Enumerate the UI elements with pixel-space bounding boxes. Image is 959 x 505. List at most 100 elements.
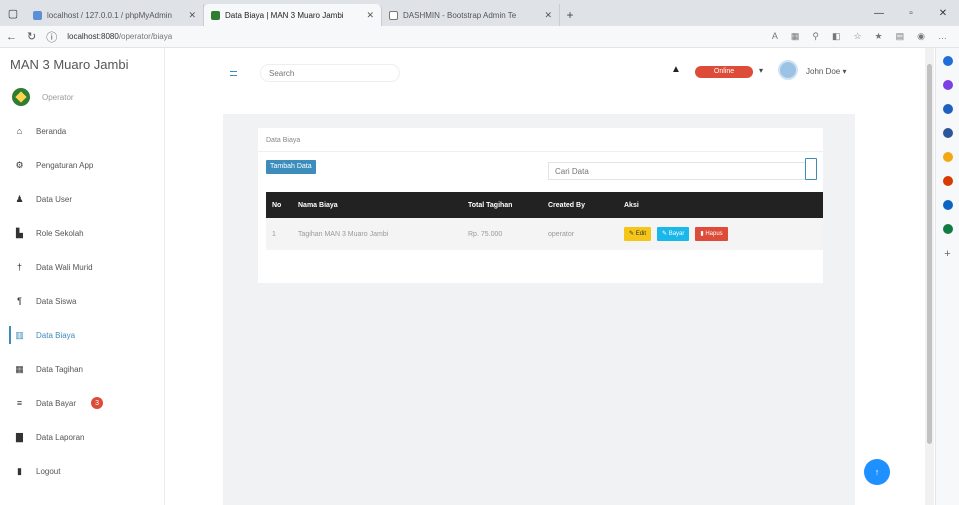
info-icon: ⓘ xyxy=(46,31,58,44)
content-panel: Data Biaya Tambah Data No Nama Biaya Tot… xyxy=(223,114,855,505)
sidebar-item-label: Data Biaya xyxy=(36,330,76,340)
card-title: Data Biaya xyxy=(258,128,823,152)
url-field[interactable]: localhost:8080/operator/biaya xyxy=(67,32,762,41)
table-header-row: No Nama Biaya Total Tagihan Created By A… xyxy=(266,192,823,218)
student-icon: ¶ xyxy=(17,296,22,306)
edge-sidebar: + xyxy=(935,48,959,505)
top-navbar: ▲ Online ▾ John Doe ▾ xyxy=(166,48,901,98)
phpmyadmin-favicon-icon xyxy=(33,10,42,20)
edit-button[interactable]: ✎ Edit xyxy=(624,227,652,241)
sidebar-item-pengaturan[interactable]: ⚙ Pengaturan App xyxy=(0,148,164,182)
doc-icon: ▇ xyxy=(16,431,23,442)
table-row: 1 Tagihan MAN 3 Muaro Jambi Rp. 75.000 o… xyxy=(266,218,823,250)
close-window-icon[interactable]: ✕ xyxy=(927,0,959,26)
sidebar-item-data-tagihan[interactable]: ▦ Data Tagihan xyxy=(0,352,164,386)
games-icon[interactable] xyxy=(942,152,953,162)
menu-toggle-icon[interactable] xyxy=(230,71,237,76)
copilot-icon[interactable] xyxy=(942,80,953,90)
shopping-icon[interactable] xyxy=(942,104,953,114)
col-nama-biaya: Nama Biaya xyxy=(292,192,462,218)
biaya-table: No Nama Biaya Total Tagihan Created By A… xyxy=(266,192,823,250)
sidebar-item-label: Role Sekolah xyxy=(36,228,84,238)
window-controls: — ▫ ✕ xyxy=(863,0,959,26)
minimize-icon[interactable]: — xyxy=(863,0,895,26)
app-available-icon[interactable]: ▦ xyxy=(791,31,800,42)
sidebar-item-data-bayar[interactable]: ≡ Data Bayar 3 xyxy=(0,386,164,420)
close-icon[interactable]: ✕ xyxy=(544,10,552,21)
back-icon[interactable]: ← xyxy=(6,31,17,43)
close-icon[interactable]: ✕ xyxy=(366,10,374,21)
avatar[interactable] xyxy=(778,60,798,80)
person-icon: † xyxy=(16,262,22,272)
split-screen-icon[interactable]: ◧ xyxy=(832,31,841,42)
sidebar-item-role-sekolah[interactable]: ▙ Role Sekolah xyxy=(0,216,164,250)
sidebar-item-data-biaya[interactable]: ▥ Data Biaya xyxy=(0,318,164,352)
browser-tab-bar: ▢ localhost / 127.0.0.1 / phpMyAdmin ✕ D… xyxy=(0,0,959,26)
user-name[interactable]: John Doe ▾ xyxy=(806,67,847,76)
add-data-button[interactable]: Tambah Data xyxy=(266,160,316,174)
col-no: No xyxy=(266,192,292,218)
gear-icon: ⚙ xyxy=(15,159,24,170)
status-pill[interactable]: Online xyxy=(695,66,753,78)
more-icon[interactable]: … xyxy=(938,31,947,42)
read-aloud-icon[interactable]: A xyxy=(772,31,778,42)
back-to-top-button[interactable]: ↑ xyxy=(864,459,890,485)
notification-badge: 3 xyxy=(91,397,104,409)
sidebar-item-data-laporan[interactable]: ▇ Data Laporan xyxy=(0,420,164,454)
col-created-by: Created By xyxy=(542,192,618,218)
sidebar-item-label: Data Tagihan xyxy=(36,364,83,374)
sidebar-item-data-user[interactable]: ♟ Data User xyxy=(0,182,164,216)
new-tab-button[interactable]: + xyxy=(560,4,580,26)
cell-no: 1 xyxy=(266,218,292,250)
col-aksi: Aksi xyxy=(618,192,823,218)
home-icon: ⌂ xyxy=(16,126,23,136)
bayar-label: Bayar xyxy=(668,231,685,237)
refresh-icon[interactable]: ↻ xyxy=(27,30,36,43)
zoom-icon[interactable]: ⚲ xyxy=(812,31,819,42)
drop-icon[interactable] xyxy=(942,224,953,234)
app-brand[interactable]: MAN 3 Muaro Jambi xyxy=(0,48,164,80)
close-icon[interactable]: ✕ xyxy=(188,10,196,21)
search-icon[interactable] xyxy=(942,56,953,66)
collections-icon[interactable]: ▤ xyxy=(896,31,905,42)
browser-tab-dashmin[interactable]: DASHMIN - Bootstrap Admin Te ✕ xyxy=(382,4,560,26)
sidebar-item-label: Logout xyxy=(36,466,61,476)
sidebar-item-label: Data Laporan xyxy=(36,432,85,442)
favorite-icon[interactable]: ☆ xyxy=(853,31,861,42)
data-card: Data Biaya Tambah Data No Nama Biaya Tot… xyxy=(258,128,823,283)
favorites-icon[interactable]: ★ xyxy=(875,31,883,42)
search-input-focus[interactable] xyxy=(805,158,817,180)
url-host: localhost:8080 xyxy=(67,32,119,41)
outlook-icon[interactable] xyxy=(942,200,953,210)
tools-icon[interactable] xyxy=(942,128,953,138)
office-icon[interactable] xyxy=(942,176,953,186)
sidebar-item-logout[interactable]: ▮ Logout xyxy=(0,454,164,488)
sidebar-item-wali-murid[interactable]: † Data Wali Murid xyxy=(0,250,164,284)
bell-icon[interactable]: ▲ xyxy=(671,64,681,75)
cell-total-tagihan: Rp. 75.000 xyxy=(462,218,542,250)
scrollbar-thumb[interactable] xyxy=(927,64,932,444)
search-input[interactable] xyxy=(260,64,400,82)
search-data-input[interactable] xyxy=(548,162,816,180)
maximize-icon[interactable]: ▫ xyxy=(895,0,927,26)
profile-icon[interactable]: ◉ xyxy=(917,31,925,42)
browser-tab-data-biaya[interactable]: Data Biaya | MAN 3 Muaro Jambi ✕ xyxy=(204,4,382,26)
page-scrollbar[interactable] xyxy=(925,48,934,505)
tab-actions-icon[interactable]: ▢ xyxy=(0,0,26,26)
sidebar-item-data-siswa[interactable]: ¶ Data Siswa xyxy=(0,284,164,318)
sidebar-item-label: Beranda xyxy=(36,126,67,136)
add-icon[interactable]: + xyxy=(944,248,950,260)
sidebar-item-beranda[interactable]: ⌂ Beranda xyxy=(0,114,164,148)
chart-icon: ▥ xyxy=(15,329,24,340)
building-icon: ▙ xyxy=(16,227,23,238)
address-bar: ← ↻ ⓘ localhost:8080/operator/biaya A ▦ … xyxy=(0,26,959,48)
cell-created-by: operator xyxy=(542,218,618,250)
browser-tab-phpmyadmin[interactable]: localhost / 127.0.0.1 / phpMyAdmin ✕ xyxy=(26,4,204,26)
tab-title: Data Biaya | MAN 3 Muaro Jambi xyxy=(225,10,344,20)
col-total-tagihan: Total Tagihan xyxy=(462,192,542,218)
bayar-button[interactable]: ✎ Bayar xyxy=(657,227,690,241)
sidebar-item-label: Data Bayar xyxy=(36,398,77,408)
list-icon: ≡ xyxy=(16,398,23,408)
hapus-button[interactable]: ▮ Hapus xyxy=(695,227,728,241)
chevron-down-icon[interactable]: ▾ xyxy=(759,66,763,75)
